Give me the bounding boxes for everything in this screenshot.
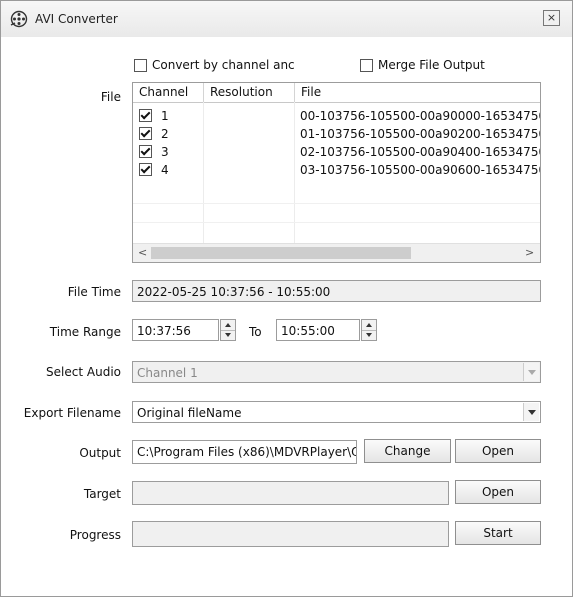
target-label: Target: [83, 487, 121, 501]
merge-file-output-checkbox[interactable]: [360, 59, 373, 72]
progress-bar: [132, 521, 449, 547]
export-filename-dropdown[interactable]: Original fileName: [132, 401, 541, 423]
start-time-input[interactable]: 10:37:56: [132, 319, 219, 341]
title-bar: AVI Converter ×: [1, 1, 572, 37]
file-cell: 01-103756-105500-00a90200-1653475076: [300, 127, 540, 141]
select-audio-value: Channel 1: [137, 366, 198, 380]
spin-down-icon[interactable]: [362, 330, 376, 340]
column-header-resolution[interactable]: Resolution: [204, 83, 295, 102]
end-time-spinner[interactable]: [361, 319, 377, 341]
file-list[interactable]: Channel Resolution File 1 00-103756-1055…: [132, 82, 541, 263]
chevron-down-icon[interactable]: [523, 363, 539, 381]
scrollbar-thumb[interactable]: [151, 247, 411, 259]
output-label: Output: [79, 446, 121, 460]
close-button[interactable]: ×: [543, 10, 560, 26]
channel-cell: 4: [161, 163, 169, 177]
file-label: File: [100, 90, 121, 104]
grid-line: [133, 222, 540, 223]
file-list-header: Channel Resolution File: [133, 83, 540, 103]
row-checkbox[interactable]: [139, 163, 152, 176]
scroll-right-icon[interactable]: >: [525, 246, 534, 259]
output-open-button[interactable]: Open: [455, 439, 541, 463]
target-open-button[interactable]: Open: [455, 480, 541, 504]
table-row[interactable]: 4 03-103756-105500-00a90600-1653475076: [133, 161, 540, 179]
output-path-field[interactable]: C:\Program Files (x86)\MDVRPlayer\Ou: [132, 440, 357, 464]
row-checkbox[interactable]: [139, 127, 152, 140]
row-checkbox[interactable]: [139, 145, 152, 158]
file-cell: 02-103756-105500-00a90400-1653475076: [300, 145, 540, 159]
export-filename-value: Original fileName: [137, 406, 242, 420]
table-row[interactable]: 3 02-103756-105500-00a90400-1653475076: [133, 143, 540, 161]
start-button[interactable]: Start: [455, 521, 541, 545]
avi-converter-window: AVI Converter × Convert by channel anc M…: [0, 0, 573, 597]
file-cell: 03-103756-105500-00a90600-1653475076: [300, 163, 540, 177]
channel-cell: 3: [161, 145, 169, 159]
end-time-input[interactable]: 10:55:00: [276, 319, 360, 341]
file-time-field: 2022-05-25 10:37:56 - 10:55:00: [132, 280, 541, 302]
start-time-spinner[interactable]: [220, 319, 236, 341]
column-header-channel[interactable]: Channel: [133, 83, 204, 102]
convert-by-channel-label: Convert by channel anc: [152, 58, 295, 72]
chevron-down-icon[interactable]: [523, 403, 539, 421]
select-audio-dropdown[interactable]: Channel 1: [132, 361, 541, 383]
to-label: To: [249, 325, 262, 339]
merge-file-output-label: Merge File Output: [378, 58, 485, 72]
select-audio-label: Select Audio: [46, 365, 121, 379]
film-reel-icon: [10, 10, 28, 28]
horizontal-scrollbar[interactable]: < >: [133, 243, 540, 262]
progress-label: Progress: [69, 528, 121, 542]
window-title: AVI Converter: [35, 12, 118, 26]
table-row[interactable]: 2 01-103756-105500-00a90200-1653475076: [133, 125, 540, 143]
channel-cell: 2: [161, 127, 169, 141]
time-range-label: Time Range: [49, 325, 121, 339]
table-row[interactable]: 1 00-103756-105500-00a90000-1653475076: [133, 107, 540, 125]
close-icon: ×: [546, 11, 557, 24]
channel-cell: 1: [161, 109, 169, 123]
file-cell: 00-103756-105500-00a90000-1653475076: [300, 109, 540, 123]
scroll-left-icon[interactable]: <: [138, 246, 147, 259]
change-button[interactable]: Change: [364, 439, 451, 463]
export-filename-label: Export Filename: [23, 406, 121, 420]
column-header-file[interactable]: File: [295, 83, 540, 102]
spin-down-icon[interactable]: [221, 330, 235, 340]
convert-by-channel-checkbox[interactable]: [134, 59, 147, 72]
target-field: [132, 481, 449, 505]
row-checkbox[interactable]: [139, 109, 152, 122]
file-time-label: File Time: [67, 285, 121, 299]
grid-line: [133, 203, 540, 204]
